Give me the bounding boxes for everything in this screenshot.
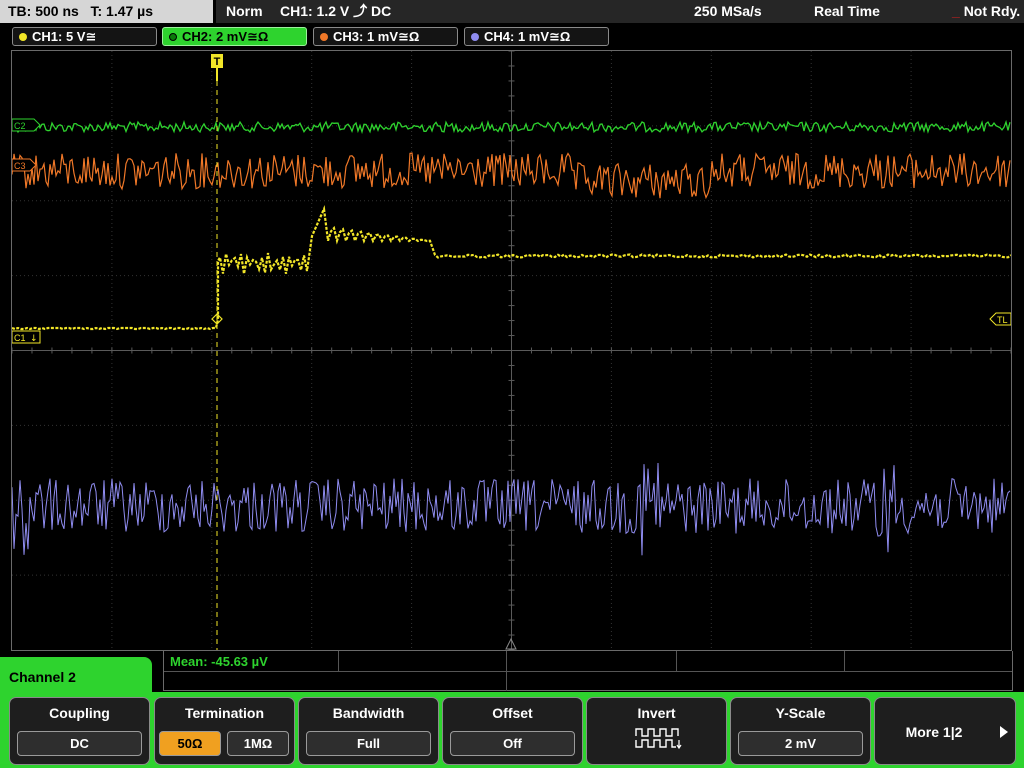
invert-softkey[interactable]: Invert (586, 697, 727, 765)
trigger-setting[interactable]: CH1: 1.2 V ⤴ DC (280, 0, 391, 23)
bandwidth-value[interactable]: Full (306, 731, 431, 756)
ch2-marker-label: C2 (14, 121, 26, 131)
meas-divider (338, 651, 339, 671)
yscale-label: Y-Scale (775, 705, 826, 721)
tab-ch3-label: CH3: 1 mV≅Ω (333, 29, 420, 44)
bandwidth-label: Bandwidth (332, 705, 405, 721)
measurement-mean: Mean: -45.63 µV (170, 654, 268, 669)
yscale-softkey[interactable]: Y-Scale 2 mV (730, 697, 871, 765)
coupling-label: Coupling (49, 705, 110, 721)
ch3-marker-label: C3 (14, 161, 26, 171)
more-label: More 1|2 (905, 724, 963, 740)
ch2-color-icon (169, 33, 177, 41)
coupling-softkey[interactable]: Coupling DC (9, 697, 150, 765)
ch2-ground-marker[interactable]: C2 (12, 118, 41, 132)
trigger-level-marker[interactable]: TL (989, 312, 1011, 326)
trigger-position-marker[interactable]: T (211, 54, 223, 81)
tab-ch2[interactable]: CH2: 2 mV≅Ω (162, 27, 307, 46)
svg-text:↓: ↓ (30, 334, 38, 344)
run-state: _ Not Rdy. (952, 3, 1021, 19)
sample-rate: 250 MSa/s (694, 3, 762, 19)
meas-divider (506, 651, 507, 671)
trigger-marker-label: T (214, 56, 221, 68)
meas-separator (164, 671, 1012, 672)
acquisition-strip: Norm CH1: 1.2 V ⤴ DC 250 MSa/s Real Time… (216, 0, 1024, 23)
measurement-panel: Mean: -45.63 µV (163, 651, 1013, 691)
trigger-level-label: TL (997, 315, 1008, 325)
ch4-color-icon (471, 33, 479, 41)
ch3-color-icon (320, 33, 328, 41)
invert-label: Invert (637, 705, 676, 721)
coupling-value[interactable]: DC (17, 731, 142, 756)
waveform-display[interactable]: T C2 C3 C1 ↓ TL (11, 50, 1012, 651)
tab-ch4-label: CH4: 1 mV≅Ω (484, 29, 571, 44)
graticule (12, 51, 1011, 650)
timebase-box[interactable]: TB: 500 ns T: 1.47 µs (0, 0, 213, 23)
ch1-marker-label: C1 (14, 333, 26, 343)
tab-ch3[interactable]: CH3: 1 mV≅Ω (313, 27, 458, 46)
timebase-value: TB: 500 ns (8, 3, 79, 19)
ch3-ground-marker[interactable]: C3 (12, 158, 37, 172)
termination-softkey[interactable]: Termination 50Ω 1MΩ (154, 697, 295, 765)
meas-divider (676, 651, 677, 671)
meas-divider (844, 651, 845, 671)
ch1-color-icon (19, 33, 27, 41)
tab-ch1[interactable]: CH1: 5 V≅ (12, 27, 157, 46)
trigger-time-value: T: 1.47 µs (90, 3, 154, 19)
meas-divider (506, 671, 507, 691)
offset-label: Offset (492, 705, 533, 721)
trigger-mode[interactable]: Norm (226, 0, 263, 23)
invert-waveform-icon (635, 728, 682, 750)
ch1-ground-marker[interactable]: C1 ↓ (12, 330, 41, 344)
acquisition-mode: Real Time (814, 3, 880, 19)
yscale-value[interactable]: 2 mV (738, 731, 863, 756)
status-bar: TB: 500 ns T: 1.47 µs Norm CH1: 1.2 V ⤴ … (0, 0, 1024, 24)
next-page-icon (1000, 726, 1008, 738)
menu-title: Channel 2 (0, 657, 152, 695)
termination-1mohm-option[interactable]: 1MΩ (227, 731, 289, 756)
termination-label: Termination (184, 705, 265, 721)
offset-value[interactable]: Off (450, 731, 575, 756)
tab-ch1-label: CH1: 5 V≅ (32, 29, 97, 44)
termination-50ohm-option[interactable]: 50Ω (159, 731, 221, 756)
more-softkey[interactable]: More 1|2 (874, 697, 1016, 765)
bandwidth-softkey[interactable]: Bandwidth Full (298, 697, 439, 765)
tab-ch4[interactable]: CH4: 1 mV≅Ω (464, 27, 609, 46)
tab-ch2-label: CH2: 2 mV≅Ω (182, 29, 269, 44)
offset-softkey[interactable]: Offset Off (442, 697, 583, 765)
